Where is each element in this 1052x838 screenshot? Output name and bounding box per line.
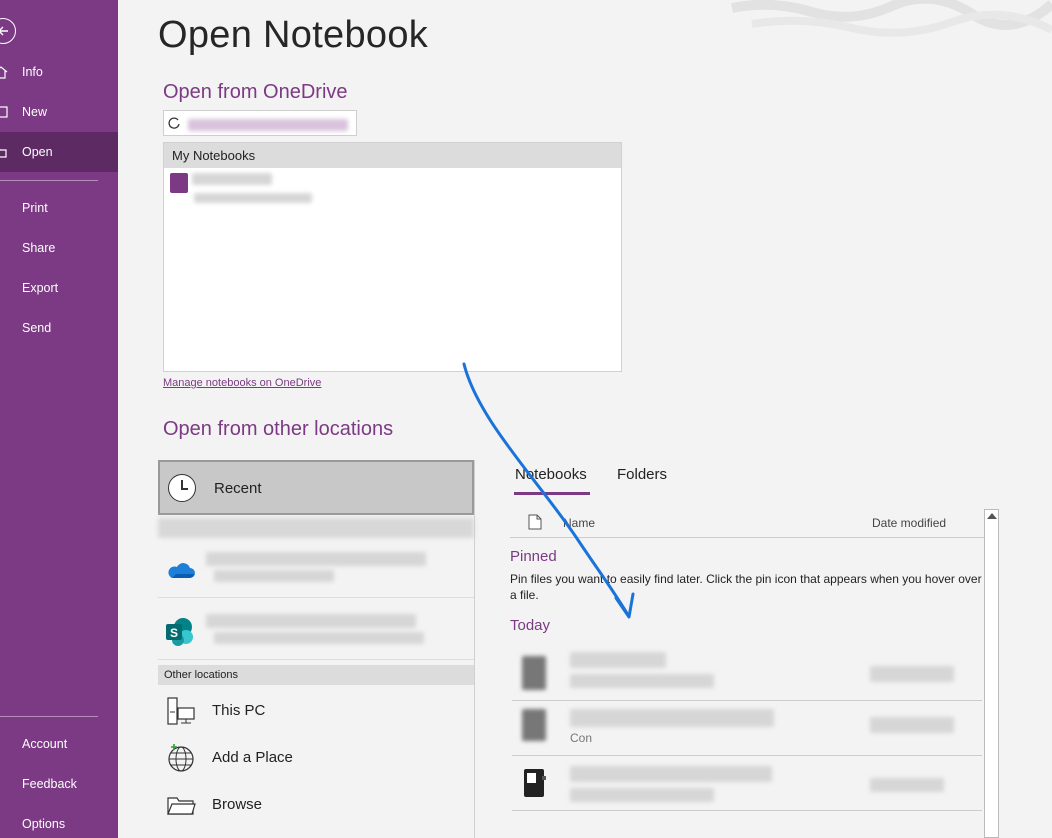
- tab-notebooks[interactable]: Notebooks: [514, 466, 590, 495]
- svg-text:S: S: [170, 626, 178, 640]
- redacted-file-name: [570, 766, 772, 782]
- redacted-file-date: [870, 778, 944, 792]
- redacted-location-name: [206, 614, 416, 628]
- sharepoint-icon: S: [166, 618, 193, 646]
- nav-send[interactable]: Send: [0, 308, 118, 348]
- my-notebooks-header: My Notebooks: [164, 143, 621, 168]
- add-a-place-label: Add a Place: [212, 749, 293, 766]
- file-list-panel: Name Date modified Pinned Pin files you …: [510, 510, 984, 838]
- redacted-file-path: [570, 788, 714, 802]
- sharepoint-location[interactable]: S: [158, 602, 474, 660]
- browse-folder-icon: [167, 797, 196, 815]
- file-row[interactable]: [512, 646, 982, 701]
- back-arrow-icon: [0, 26, 8, 36]
- other-locations-section-title: Open from other locations: [163, 418, 394, 440]
- this-pc-label: This PC: [212, 702, 266, 719]
- clock-icon: [168, 474, 196, 502]
- nav-print[interactable]: Print: [0, 188, 118, 228]
- redacted-file-date: [870, 717, 954, 733]
- nav-print-label: Print: [22, 201, 48, 215]
- page-title: Open Notebook: [158, 14, 429, 56]
- file-path-partial: Con: [570, 731, 593, 745]
- back-button[interactable]: [0, 18, 16, 44]
- nav-info[interactable]: Info: [0, 52, 118, 92]
- redacted-notebook-name: [192, 173, 272, 185]
- onedrive-cloud-icon: [168, 563, 195, 578]
- browse-location[interactable]: Browse: [158, 784, 474, 826]
- file-row[interactable]: [512, 756, 982, 811]
- onedrive-location[interactable]: [158, 540, 474, 598]
- this-pc-icon: [167, 697, 195, 725]
- nav-export[interactable]: Export: [0, 268, 118, 308]
- nav-separator-bottom: [0, 716, 98, 717]
- main-content: Open Notebook Open from OneDrive My Note…: [118, 0, 1052, 838]
- column-name[interactable]: Name: [563, 516, 595, 530]
- today-group-title: Today: [510, 617, 551, 634]
- nav-separator: [0, 180, 98, 181]
- nav-send-label: Send: [22, 321, 52, 335]
- nav-share[interactable]: Share: [0, 228, 118, 268]
- file-type-icon: [528, 514, 542, 530]
- redacted-recent-path: [158, 518, 474, 538]
- nav-new-label: New: [22, 105, 48, 119]
- nav-open-label: Open: [22, 145, 53, 159]
- browse-label: Browse: [212, 796, 263, 813]
- onedrive-account-selector[interactable]: [163, 110, 357, 136]
- background-decoration: [731, 0, 1052, 37]
- pinned-group-title: Pinned: [510, 548, 557, 565]
- onedrive-section-title: Open from OneDrive: [163, 81, 348, 103]
- onenote-notebook-icon: [524, 769, 546, 797]
- add-a-place-location[interactable]: Add a Place: [158, 737, 474, 779]
- nav-share-label: Share: [22, 241, 56, 255]
- panel-divider: [474, 460, 475, 838]
- redacted-account: [188, 119, 348, 131]
- pinned-help-text: Pin files you want to easily find later.…: [510, 572, 982, 602]
- recent-label: Recent: [214, 480, 262, 497]
- redacted-file-date: [870, 666, 954, 682]
- notebook-icon: [522, 656, 546, 690]
- file-row[interactable]: Con: [512, 701, 982, 756]
- file-list-scrollbar[interactable]: [984, 509, 999, 838]
- redacted-location-path: [214, 632, 424, 644]
- manage-notebooks-link[interactable]: Manage notebooks on OneDrive: [163, 377, 321, 389]
- scroll-up-arrow-icon[interactable]: [987, 513, 997, 519]
- nav-export-label: Export: [22, 281, 59, 295]
- home-icon: [0, 66, 8, 79]
- nav-feedback-label: Feedback: [22, 777, 77, 791]
- nav-open[interactable]: Open: [0, 132, 118, 172]
- refresh-icon[interactable]: [167, 116, 181, 130]
- nav-account-label: Account: [22, 737, 68, 751]
- backstage-sidebar: Info New Open Print Share Export Send Ac…: [0, 0, 118, 838]
- redacted-location-path: [214, 570, 334, 582]
- nav-info-label: Info: [22, 65, 43, 79]
- this-pc-location[interactable]: This PC: [158, 690, 474, 732]
- nav-account[interactable]: Account: [0, 724, 118, 764]
- other-locations-header: Other locations: [158, 665, 474, 685]
- nav-new[interactable]: New: [0, 92, 118, 132]
- column-date-modified[interactable]: Date modified: [872, 516, 946, 530]
- redacted-file-name: [570, 709, 774, 727]
- nav-options-label: Options: [22, 817, 66, 831]
- column-headers: Name Date modified: [510, 510, 984, 538]
- new-page-icon: [0, 106, 8, 118]
- redacted-file-name: [570, 652, 666, 668]
- nav-options[interactable]: Options: [0, 804, 118, 838]
- nav-feedback[interactable]: Feedback: [0, 764, 118, 804]
- folder-open-icon: [0, 148, 7, 158]
- tab-folders[interactable]: Folders: [617, 466, 667, 483]
- recent-location[interactable]: Recent: [158, 460, 474, 515]
- redacted-location-name: [206, 552, 426, 566]
- onenote-notebook-icon[interactable]: [170, 173, 188, 193]
- notebook-icon: [522, 709, 546, 741]
- redacted-file-path: [570, 674, 714, 688]
- onedrive-notebook-list: My Notebooks: [163, 142, 622, 372]
- redacted-notebook-path: [194, 193, 312, 203]
- globe-add-icon: [168, 744, 194, 772]
